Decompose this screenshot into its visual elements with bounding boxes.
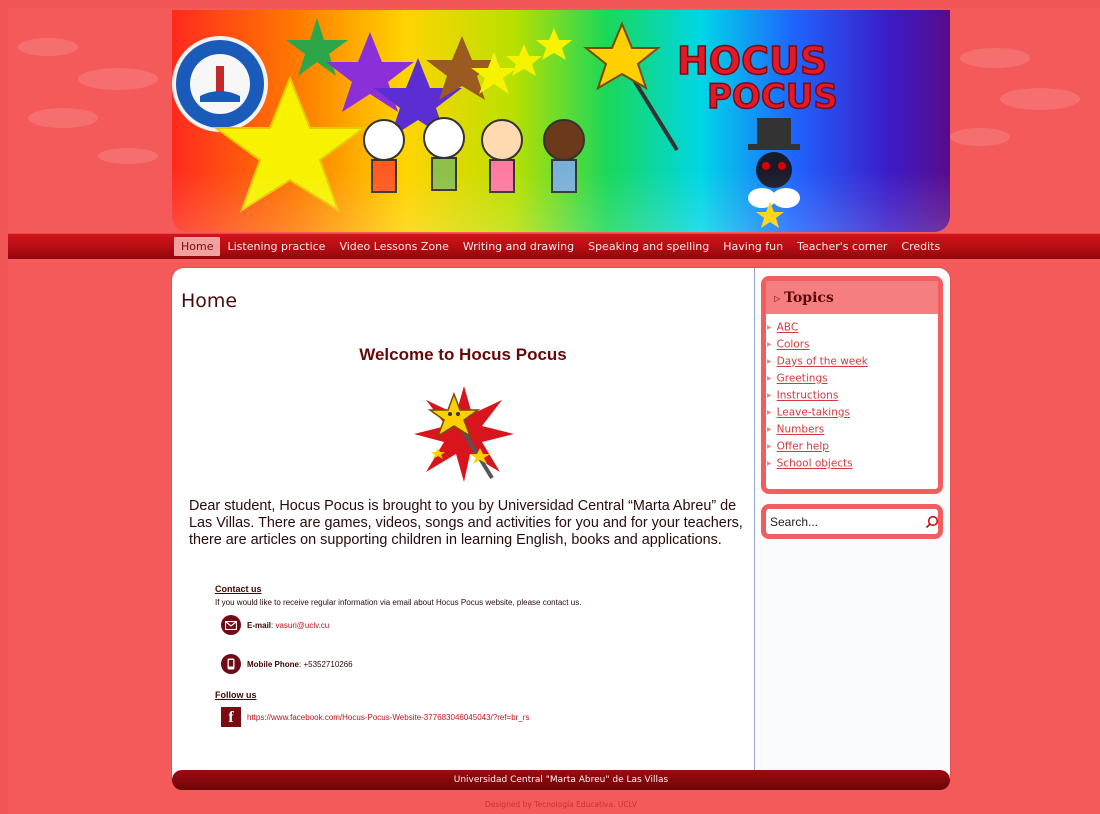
- triangle-right-icon: ▷: [774, 292, 781, 303]
- topic-link-greetings[interactable]: Greetings: [777, 373, 828, 385]
- topic-item: ▶ Instructions: [767, 389, 839, 402]
- phone-row: Mobile Phone: +5352710266: [221, 654, 353, 674]
- topic-item: ▶ School objects: [767, 457, 853, 470]
- envelope-icon: [221, 615, 241, 635]
- topic-item: ▶ Numbers: [767, 423, 825, 436]
- contact-us-heading: Contact us: [215, 584, 262, 594]
- email-link[interactable]: vasuri@uclv.cu: [275, 621, 329, 630]
- facebook-icon[interactable]: f: [221, 707, 241, 727]
- magic-wand-icon: [414, 386, 514, 482]
- banner-illustration: HOCUS POCUS: [172, 18, 950, 232]
- topic-link-abc[interactable]: ABC: [777, 322, 799, 334]
- email-label: E-mail: [247, 620, 272, 630]
- nav-item-home[interactable]: Home: [174, 237, 221, 256]
- search-icon[interactable]: [925, 510, 939, 534]
- university-seal-icon: [172, 36, 268, 132]
- topic-link-offer-help[interactable]: Offer help: [777, 441, 829, 453]
- banner-title-line2: POCUS: [707, 77, 838, 117]
- search-box: [761, 504, 943, 539]
- welcome-heading: Welcome to Hocus Pocus: [359, 345, 567, 364]
- topic-link-colors[interactable]: Colors: [777, 339, 810, 351]
- nav-item-listening-practice[interactable]: Listening practice: [220, 237, 332, 256]
- topics-header: ▷ Topics: [766, 281, 938, 314]
- cloud-decoration-left: [8, 8, 168, 208]
- nav-item-credits[interactable]: Credits: [894, 237, 947, 256]
- nav-item-writing-and-drawing[interactable]: Writing and drawing: [456, 237, 581, 256]
- search-input[interactable]: [766, 510, 925, 533]
- nav-item-teachers-corner[interactable]: Teacher's corner: [790, 237, 894, 256]
- nav-item-having-fun[interactable]: Having fun: [716, 237, 790, 256]
- topic-item: ▶ Days of the week: [767, 355, 868, 368]
- phone-number: +5352710266: [303, 659, 353, 669]
- page-title: Home: [181, 290, 238, 312]
- topics-panel: ▷ Topics ▶ ABC ▶ Colors ▶ Days of the week …: [761, 276, 943, 494]
- email-row: E-mail: vasuri@uclv.cu: [221, 615, 329, 635]
- main-nav: Home Listening practice Video Lessons Zo…: [174, 237, 947, 257]
- topic-item: ▶ Offer help: [767, 440, 829, 453]
- cloud-decoration-right: [940, 8, 1100, 208]
- topic-item: ▶ Greetings: [767, 372, 828, 385]
- topics-list: ▶ ABC ▶ Colors ▶ Days of the week ▶ Greeting…: [766, 314, 938, 473]
- facebook-row: f https://www.facebook.com/Hocus-Pocus-W…: [221, 707, 529, 727]
- topic-link-days-of-the-week[interactable]: Days of the week: [777, 356, 868, 368]
- facebook-link[interactable]: https://www.facebook.com/Hocus-Pocus-Web…: [247, 713, 529, 722]
- topic-link-numbers[interactable]: Numbers: [777, 424, 825, 436]
- topic-link-leave-takings[interactable]: Leave-takings: [777, 407, 850, 419]
- topic-link-instructions[interactable]: Instructions: [777, 390, 839, 402]
- designed-by-credit: Designed by Tecnología Educativa. UCLV: [484, 800, 638, 809]
- topic-item: ▶ ABC: [767, 321, 799, 334]
- topic-item: ▶ Colors: [767, 338, 810, 351]
- footer-bar: Universidad Central "Marta Abreu" de Las…: [172, 770, 950, 790]
- topics-title: Topics: [784, 289, 834, 306]
- header-banner: HOCUS POCUS: [172, 10, 950, 232]
- intro-paragraph: Dear student, Hocus Pocus is brought to …: [189, 498, 743, 548]
- mobile-phone-icon: [221, 654, 241, 674]
- contact-description: If you would like to receive regular inf…: [215, 598, 582, 607]
- topic-item: ▶ Leave-takings: [767, 406, 850, 419]
- topic-link-school-objects[interactable]: School objects: [777, 458, 853, 470]
- follow-us-heading: Follow us: [215, 690, 257, 700]
- nav-item-speaking-and-spelling[interactable]: Speaking and spelling: [581, 237, 716, 256]
- phone-label: Mobile Phone: [247, 659, 299, 669]
- nav-item-video-lessons-zone[interactable]: Video Lessons Zone: [332, 237, 455, 256]
